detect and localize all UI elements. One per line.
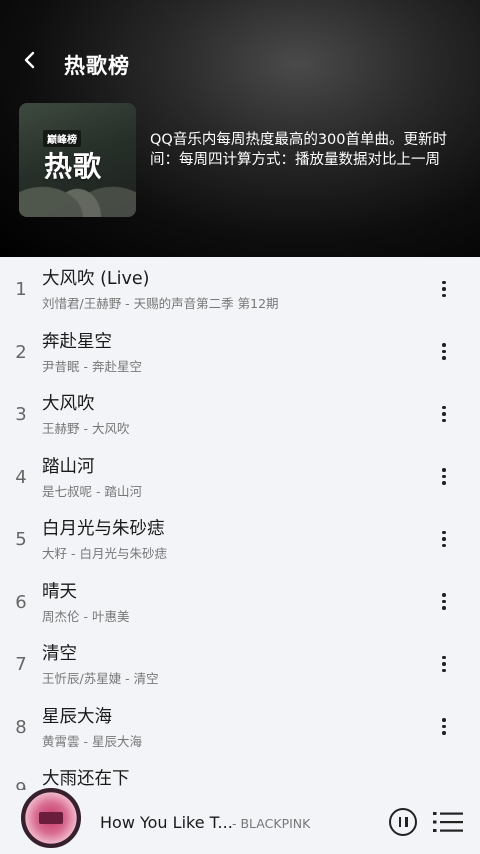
song-subtitle: 刘惜君/王赫野 - 天赐的声音第二季 第12期 (42, 296, 279, 311)
song-index: 1 (15, 279, 27, 300)
song-index: 5 (15, 529, 27, 550)
song-title: 踏山河 (42, 456, 95, 477)
song-row[interactable]: 4 踏山河 是七叔呢 - 踏山河 (0, 445, 480, 508)
song-subtitle: 大籽 - 白月光与朱砂痣 (42, 546, 167, 561)
song-row[interactable]: 7 清空 王忻辰/苏星婕 - 清空 (0, 632, 480, 695)
song-subtitle: 是七叔呢 - 踏山河 (42, 483, 142, 499)
mini-player[interactable]: How You Like T... - BLACKPINK (0, 786, 480, 854)
pause-icon[interactable] (389, 808, 417, 836)
song-row[interactable]: 6 晴天 周杰伦 - 叶惠美 (0, 570, 480, 633)
more-options-icon[interactable] (432, 527, 456, 551)
song-title: 大风吹 (42, 394, 95, 414)
more-options-icon[interactable] (432, 715, 456, 739)
song-title: 清空 (42, 644, 77, 664)
song-list: 1 大风吹 (Live) 刘惜君/王赫野 - 天赐的声音第二季 第12期 2 奔… (0, 257, 480, 820)
playlist-cover: 巅峰榜 热歌 (19, 103, 136, 217)
song-subtitle: 王赫野 - 大风吹 (42, 421, 130, 436)
song-index: 3 (15, 404, 27, 425)
song-title: 星辰大海 (42, 706, 112, 727)
more-options-icon[interactable] (432, 590, 456, 614)
song-title: 晴天 (42, 581, 77, 602)
song-index: 8 (15, 716, 27, 738)
song-subtitle: 黄霄雲 - 星辰大海 (42, 733, 142, 749)
song-row[interactable]: 1 大风吹 (Live) 刘惜君/王赫野 - 天赐的声音第二季 第12期 (0, 257, 480, 320)
song-title: 大风吹 (Live) (42, 269, 150, 289)
more-options-icon[interactable] (432, 277, 456, 301)
song-index: 4 (15, 466, 27, 488)
song-index: 7 (15, 654, 27, 675)
song-subtitle: 周杰伦 - 叶惠美 (42, 608, 130, 624)
now-playing-title[interactable]: How You Like T... (100, 813, 233, 832)
song-row[interactable]: 3 大风吹 王赫野 - 大风吹 (0, 382, 480, 445)
more-options-icon[interactable] (432, 652, 456, 676)
song-title: 白月光与朱砂痣 (42, 519, 165, 539)
song-row[interactable]: 5 白月光与朱砂痣 大籽 - 白月光与朱砂痣 (0, 507, 480, 570)
page-title: 热歌榜 (64, 54, 130, 78)
song-index: 2 (15, 341, 27, 363)
back-button[interactable] (18, 48, 42, 72)
more-options-icon[interactable] (432, 402, 456, 426)
playlist-icon[interactable] (433, 809, 463, 835)
more-options-icon[interactable] (432, 340, 456, 364)
cover-title: 热歌 (44, 150, 103, 183)
song-index: 6 (15, 591, 27, 613)
now-playing-artist[interactable]: - BLACKPINK (232, 816, 310, 831)
song-row[interactable]: 8 星辰大海 黄霄雲 - 星辰大海 (0, 695, 480, 758)
song-subtitle: 王忻辰/苏星婕 - 清空 (42, 671, 159, 686)
chevron-left-icon[interactable] (23, 51, 37, 69)
header: 热歌榜 巅峰榜 热歌 QQ音乐内每周热度最高的300首单曲。更新时间：每周四计算… (0, 0, 480, 257)
now-playing-album-art[interactable] (19, 786, 83, 850)
song-title: 奔赴星空 (42, 331, 112, 352)
song-subtitle: 尹昔眠 - 奔赴星空 (42, 358, 142, 374)
more-options-icon[interactable] (432, 465, 456, 489)
song-row[interactable]: 2 奔赴星空 尹昔眠 - 奔赴星空 (0, 320, 480, 383)
chart-description: QQ音乐内每周热度最高的300首单曲。更新时间：每周四计算方式：播放量数据对比上… (150, 132, 448, 168)
